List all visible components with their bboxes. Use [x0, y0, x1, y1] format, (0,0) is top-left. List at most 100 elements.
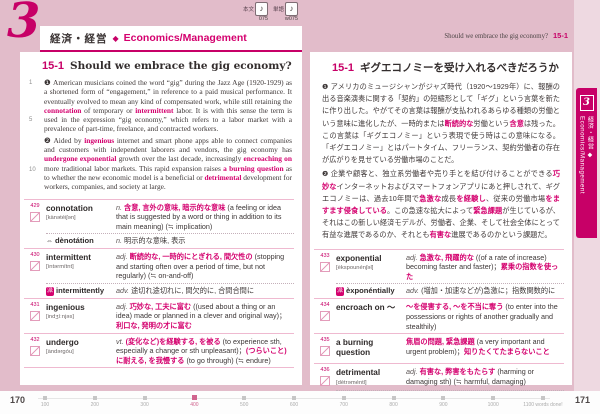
- vocab-subword: ⇔ dènotátion: [46, 236, 94, 246]
- vocab-icon-col: 431: [24, 302, 46, 331]
- vocab-checkbox-icon: [30, 310, 40, 321]
- vocab-icon-col: 432: [24, 337, 46, 366]
- vocab-subword: 派 intermittently: [46, 285, 105, 296]
- vocab-main: ingenious [indʒíːnjəs] adj. 巧妙な, 工夫に富む ((…: [46, 302, 294, 331]
- text-run: connotation: [44, 105, 82, 115]
- vocab-main: undergo [àndərɡóu] vt. (変化など)を経験する, を被る (…: [46, 337, 294, 366]
- lesson-title-en: Should we embrace the gig economy?: [70, 60, 292, 72]
- paragraph: ❷ Aided by ingenious internet and smart p…: [44, 136, 292, 192]
- text-run: undergone exponential: [44, 154, 117, 164]
- vocab-number: 430: [30, 251, 40, 258]
- tick-marker-icon: [291, 396, 296, 400]
- vocab-icon-col: 434: [314, 302, 336, 331]
- diamond-icon: ◆: [112, 33, 119, 43]
- text-run: 含意: [509, 118, 524, 128]
- text-run: a burning question: [223, 163, 284, 173]
- text-run: 有害な, 弊害をもたらす: [419, 367, 496, 377]
- text-run: American musicians coined the word “gig”…: [44, 78, 292, 106]
- tick-marker-icon: [92, 396, 97, 400]
- text-run: 知りたくてたまらないこと: [463, 346, 550, 356]
- text-run: intermittent: [135, 105, 174, 115]
- progress-tick: 500: [237, 395, 251, 408]
- lesson-title-row: 15-1 Should we embrace the gig economy?: [20, 52, 302, 72]
- progress-tick: 100: [38, 395, 52, 408]
- text-run: adj.: [116, 251, 130, 261]
- text-run: adj.: [406, 252, 420, 262]
- vocab-subdefinition: n. 明示的な意味, 表示: [116, 236, 294, 246]
- vocab-headword: exponential [èkspounénʃəl]: [336, 253, 406, 282]
- text-run: adv.: [406, 286, 422, 296]
- progress-tick: 700: [337, 395, 351, 408]
- vocab-pronunciation: [àndərɡóu]: [46, 349, 74, 355]
- audio-speaker-icon: ♪: [285, 2, 299, 16]
- text-run: (to go through) (≒ endure): [184, 355, 271, 365]
- text-run: 焦眉の問題, 緊急課題: [406, 337, 475, 347]
- text-run: 急激な: [419, 193, 442, 203]
- lesson-id: 15-1: [332, 62, 355, 74]
- vocab-pronunciation: [èkspounénʃəl]: [336, 265, 374, 272]
- audio-track-refs: 本文 ♪ 075 単語 ♪ w075: [243, 2, 299, 22]
- running-head: Should we embrace the gig economy? 15-1: [310, 31, 568, 40]
- tick-marker-icon: [441, 396, 446, 400]
- section-header: 経済・経営 ◆ Economics/Management: [40, 26, 302, 52]
- text-run: 巧妙な, 工夫に富む: [129, 301, 192, 311]
- text-run: (変化など)を経験する, を被る: [125, 336, 221, 346]
- vocab-number: 432: [30, 336, 40, 343]
- audio-ref-text: 本文 ♪ 075: [243, 2, 269, 22]
- page-number-left: 170: [10, 395, 26, 405]
- text-run: 成長: [441, 193, 457, 203]
- vocab-subword: 派 èxponéntially: [336, 286, 395, 297]
- vocab-number: 429: [30, 202, 40, 209]
- audio-text-number: 075: [258, 16, 269, 22]
- lesson-title-jp: ギグエコノミーを受け入れるべきだろうか: [360, 62, 559, 74]
- vocab-definition: n. 含意, 言外の意味, 暗示的な意味 (a feeling or idea …: [116, 203, 294, 232]
- vocab-checkbox-icon: [320, 376, 330, 387]
- text-run: adv.: [116, 285, 132, 295]
- vocab-definition: adj. 有害な, 弊害をもたらす (harming or damaging s…: [406, 367, 564, 388]
- footer: 170 100 200 300 400 500 600 700 800 900: [0, 391, 600, 414]
- text-run: 緊急課題: [473, 206, 503, 216]
- text-run: more traditional labor markets. This rap…: [44, 163, 224, 173]
- vocab-icon-col: 430: [24, 252, 46, 296]
- line-number: 1: [29, 80, 33, 86]
- vocab-pronunciation: [ìntərmítnt]: [46, 264, 74, 271]
- text-run: adj.: [116, 301, 130, 311]
- vocab-entry: 435 a burning question 焦眉の問題, 緊急課題 (a ve…: [314, 334, 564, 365]
- tick-label: 300: [140, 402, 149, 408]
- tick-marker-icon: [540, 396, 545, 400]
- vocab-main: a burning question 焦眉の問題, 緊急課題 (a very i…: [336, 337, 564, 361]
- tick-marker-icon: [341, 396, 346, 400]
- vocab-number: 435: [320, 337, 330, 344]
- text-run: ingenious: [84, 135, 115, 145]
- lesson-title-row: 15-1 ギグエコノミーを受け入れるべきだろうか: [310, 52, 572, 75]
- tick-marker-icon: [242, 396, 247, 400]
- japanese-text: ❶ アメリカのミュージシャンがジャズ時代（1920～1929年）に、報酬の出る音楽…: [322, 81, 560, 242]
- vocab-definition: ～を侵害する, ～を不当に奪う (to enter into the posse…: [406, 302, 564, 331]
- vocab-headword: undergo [àndərɡóu]: [46, 337, 116, 366]
- chapter-side-tab: 3 経済・経営 ◆ Economics/Management: [576, 88, 597, 238]
- progress-tick: 200: [88, 395, 102, 408]
- audio-text-label: 本文: [243, 7, 255, 13]
- vocab-definition: adj. 急激な, 飛躍的な ((of a rate of increase) …: [406, 253, 564, 282]
- text-run: detrimental: [204, 172, 242, 182]
- vocab-number: 436: [320, 367, 330, 374]
- vocab-subentries: ⇔ dènotátion n. 明示的な意味, 表示: [46, 233, 294, 246]
- tick-label: 800: [389, 402, 398, 408]
- lesson-id: 15-1: [42, 60, 65, 72]
- tick-label: 700: [339, 402, 348, 408]
- vocab-pronunciation: [indʒíːnjəs]: [46, 314, 74, 321]
- text-run: encroaching on: [243, 154, 292, 164]
- vocab-main: exponential [èkspounénʃəl] adj. 急激な, 飛躍的な…: [336, 253, 564, 297]
- vocab-definition: adj. 断続的な, 一時的にとぎれる, 間欠性の (stopping and …: [116, 252, 294, 281]
- vocab-entry: 434 encroach on ～ ～を侵害する, ～を不当に奪う (to en…: [314, 299, 564, 335]
- tick-label: 200: [90, 402, 99, 408]
- tick-label: 600: [289, 402, 299, 408]
- vocab-checkbox-icon: [30, 211, 40, 222]
- progress-tick: 800: [387, 395, 401, 408]
- vocab-checkbox-icon: [320, 311, 330, 322]
- derivation-icon: 派: [336, 287, 345, 297]
- vocab-entry: 433 exponential [èkspounénʃəl] adj. 急激な, …: [314, 250, 564, 300]
- left-page: 15-1 Should we embrace the gig economy? …: [20, 52, 302, 385]
- progress-tick: 1000: [486, 395, 500, 408]
- vocab-icon-col: 429: [24, 203, 46, 246]
